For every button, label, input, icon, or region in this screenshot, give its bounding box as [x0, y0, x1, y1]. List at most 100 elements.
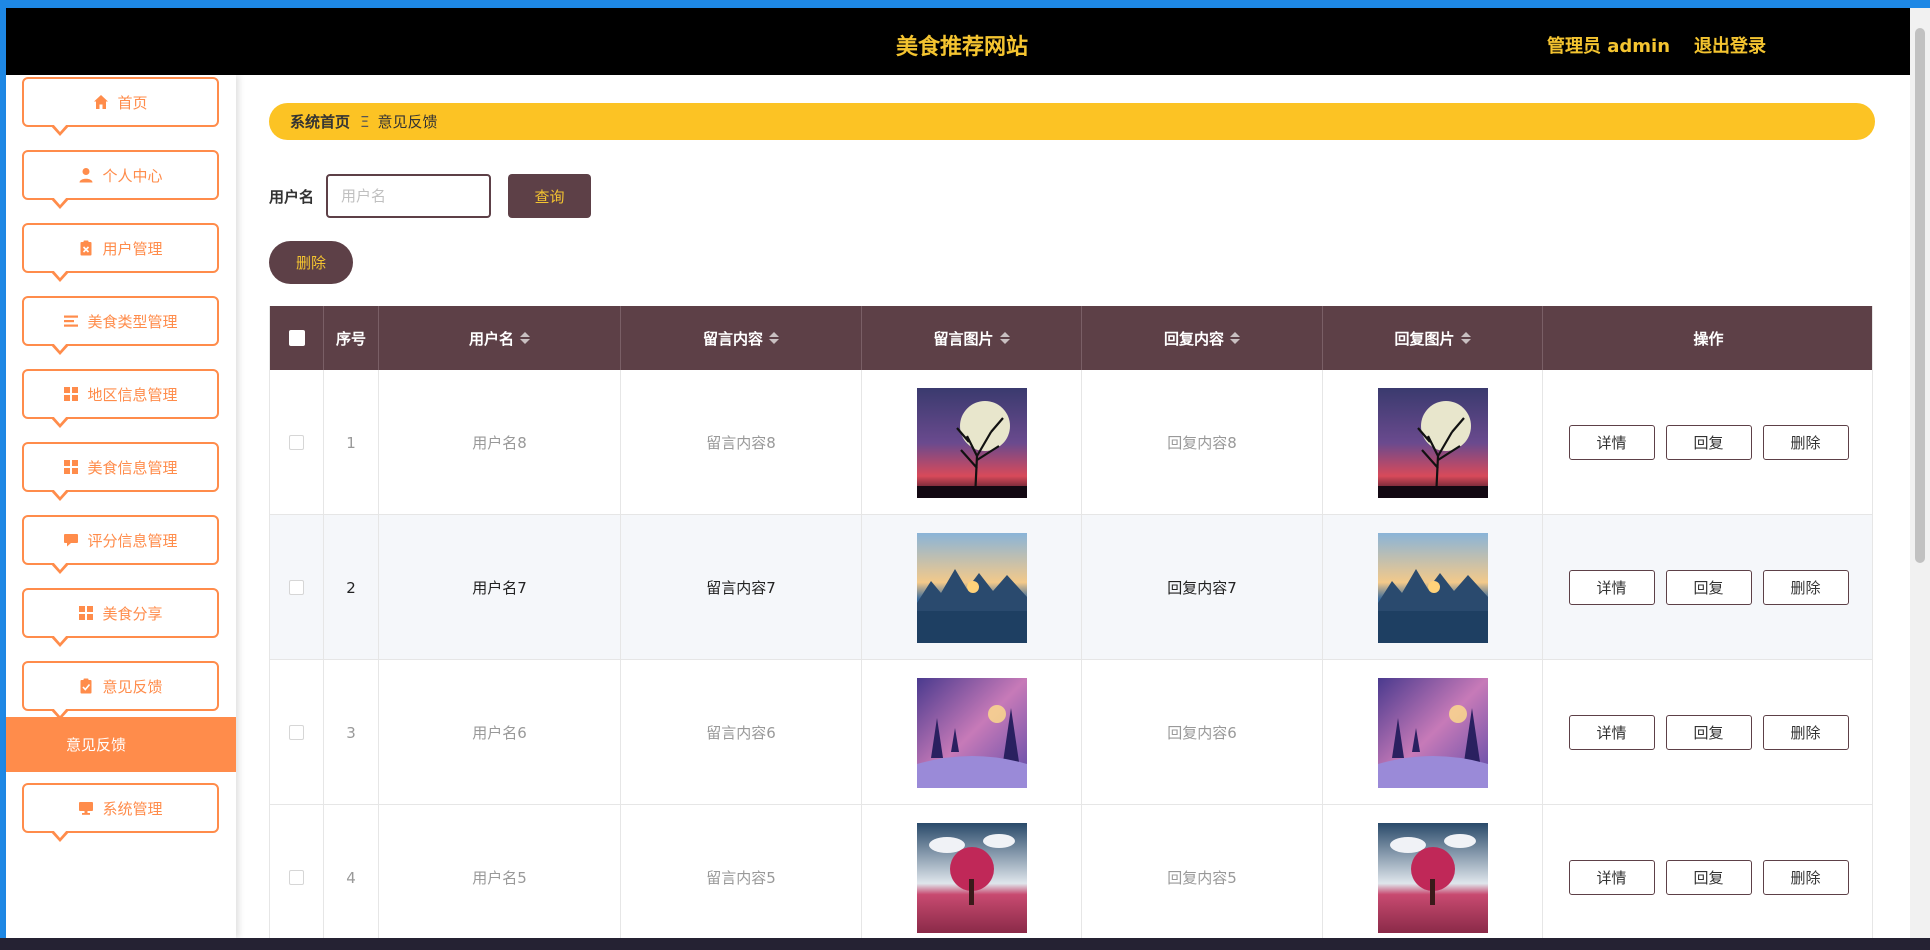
header-index: 序号 [324, 306, 379, 370]
page-scrollbar[interactable] [1910, 8, 1930, 938]
delete-button[interactable]: 删除 [1762, 570, 1849, 605]
header-reply[interactable]: 回复内容 [1082, 306, 1323, 370]
pink-tree-image[interactable] [916, 822, 1027, 933]
delete-button[interactable]: 删除 [1762, 860, 1849, 895]
bulk-delete-button[interactable]: 删除 [269, 241, 353, 284]
scrollbar-thumb[interactable] [1915, 28, 1925, 563]
row-checkbox[interactable] [289, 870, 304, 885]
header-username[interactable]: 用户名 [379, 306, 621, 370]
breadcrumb: 系统首页 Ξ 意见反馈 [269, 103, 1875, 140]
message-cell: 留言内容6 [621, 660, 862, 805]
row-checkbox[interactable] [289, 580, 304, 595]
username-cell: 用户名5 [379, 805, 621, 938]
table-row: 1 用户名8 留言内容8 回复内容8 详情 回复 删除 [270, 370, 1872, 515]
row-select-cell [270, 805, 324, 938]
header-select-all[interactable] [270, 306, 324, 370]
detail-button[interactable]: 详情 [1568, 715, 1655, 750]
sidebar-item-home[interactable]: 首页 [22, 77, 219, 136]
sidebar-item-regions[interactable]: 地区信息管理 [22, 369, 219, 428]
table-row: 4 用户名5 留言内容5 回复内容5 详情 回复 删除 [270, 805, 1872, 938]
sidebar-item-label: 美食分享 [102, 604, 163, 623]
breadcrumb-separator: Ξ [360, 112, 370, 131]
sidebar-item-food-info[interactable]: 美食信息管理 [22, 442, 219, 501]
sidebar-item-profile[interactable]: 个人中心 [22, 150, 219, 209]
row-select-cell [270, 660, 324, 805]
sort-icon[interactable] [769, 332, 779, 344]
sidebar-item-label: 意见反馈 [102, 677, 163, 696]
sidebar: 首页 个人中心 用户管理 美食类型管理 地区信息管理 美食信息管理 评分信息管理… [6, 75, 236, 938]
home-icon [94, 95, 109, 109]
top-header: 美食推荐网站 管理员 admin 退出登录 [6, 8, 1910, 75]
sidebar-item-label: 美食类型管理 [87, 312, 178, 331]
reply-image-cell [1323, 805, 1543, 938]
sidebar-item-label: 地区信息管理 [87, 385, 178, 404]
reply-button[interactable]: 回复 [1665, 715, 1752, 750]
pink-tree-image[interactable] [1377, 822, 1488, 933]
index-cell: 4 [324, 805, 379, 938]
breadcrumb-current: 意见反馈 [377, 113, 438, 131]
detail-button[interactable]: 详情 [1568, 860, 1655, 895]
sort-icon[interactable] [1230, 332, 1240, 344]
grid-icon [64, 460, 79, 474]
sidebar-item-feedback[interactable]: 意见反馈 [22, 661, 219, 720]
window-top-border [0, 0, 1930, 8]
username-cell: 用户名8 [379, 370, 621, 515]
actions-cell: 详情 回复 删除 [1543, 660, 1872, 805]
sidebar-item-system[interactable]: 系统管理 [22, 783, 219, 842]
header-message-image[interactable]: 留言图片 [862, 306, 1082, 370]
index-cell: 1 [324, 370, 379, 515]
delete-button[interactable]: 删除 [1762, 715, 1849, 750]
header-label: 留言图片 [933, 329, 994, 348]
header-label: 操作 [1693, 329, 1724, 348]
detail-button[interactable]: 详情 [1568, 570, 1655, 605]
reply-button[interactable]: 回复 [1665, 860, 1752, 895]
detail-button[interactable]: 详情 [1568, 425, 1655, 460]
sort-icon[interactable] [520, 332, 530, 344]
row-checkbox[interactable] [289, 435, 304, 450]
winter-forest-image[interactable] [916, 677, 1027, 788]
header-message[interactable]: 留言内容 [621, 306, 862, 370]
reply-cell: 回复内容5 [1082, 805, 1323, 938]
grid-icon [79, 606, 94, 620]
delete-button[interactable]: 删除 [1762, 425, 1849, 460]
sidebar-item-users[interactable]: 用户管理 [22, 223, 219, 282]
query-button[interactable]: 查询 [508, 174, 591, 218]
username-search-input[interactable] [326, 174, 491, 218]
sort-icon[interactable] [1460, 332, 1471, 344]
message-cell: 留言内容7 [621, 515, 862, 660]
mountain-lake-image[interactable] [1377, 532, 1488, 643]
message-image-cell [862, 805, 1082, 938]
sidebar-item-food-share[interactable]: 美食分享 [22, 588, 219, 647]
person-icon [79, 168, 93, 183]
sidebar-subitem-feedback[interactable]: 意见反馈 [6, 717, 236, 772]
header-label: 回复图片 [1394, 329, 1455, 348]
sort-icon[interactable] [999, 332, 1010, 344]
mountain-lake-image[interactable] [916, 532, 1027, 643]
reply-image-cell [1323, 660, 1543, 805]
message-cell: 留言内容5 [621, 805, 862, 938]
message-image-cell [862, 515, 1082, 660]
row-checkbox[interactable] [289, 725, 304, 740]
sidebar-item-ratings[interactable]: 评分信息管理 [22, 515, 219, 574]
logout-link[interactable]: 退出登录 [1694, 32, 1766, 58]
reply-image-cell [1323, 515, 1543, 660]
breadcrumb-home[interactable]: 系统首页 [290, 111, 350, 132]
select-all-checkbox[interactable] [288, 330, 305, 346]
sidebar-item-food-types[interactable]: 美食类型管理 [22, 296, 219, 355]
header-reply-image[interactable]: 回复图片 [1323, 306, 1543, 370]
username-cell: 用户名6 [379, 660, 621, 805]
reply-image-cell [1323, 370, 1543, 515]
message-image-cell [862, 370, 1082, 515]
winter-forest-image[interactable] [1377, 677, 1488, 788]
reply-button[interactable]: 回复 [1665, 425, 1752, 460]
table-row: 3 用户名6 留言内容6 回复内容6 详情 回复 删除 [270, 660, 1872, 805]
actions-cell: 详情 回复 删除 [1543, 805, 1872, 938]
feedback-table: 序号 用户名 留言内容 留言图片 回复内容 回复图片 操作 1 用户名8 留言内… [269, 306, 1873, 938]
header-label: 用户名 [468, 329, 514, 348]
reply-button[interactable]: 回复 [1665, 570, 1752, 605]
row-select-cell [270, 515, 324, 660]
row-select-cell [270, 370, 324, 515]
moon-tree-image[interactable] [916, 387, 1027, 498]
moon-tree-image[interactable] [1377, 387, 1488, 498]
sidebar-item-label: 评分信息管理 [87, 531, 178, 550]
